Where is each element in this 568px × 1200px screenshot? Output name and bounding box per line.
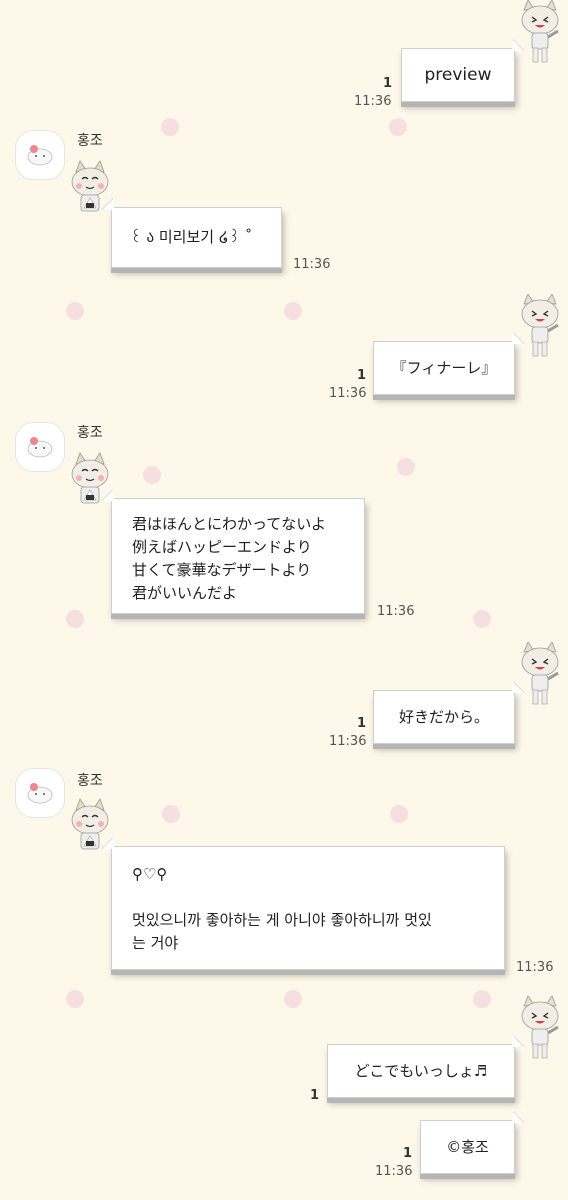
sender-name: 홍조 [77,773,103,789]
toro-cat-sticker-icon [521,0,559,63]
message-time: 11:36 [293,257,331,272]
background-dot [284,990,302,1008]
background-dot [473,990,491,1008]
message-time: 11:36 [375,1164,413,1179]
background-dot [389,118,407,136]
avatar[interactable] [15,768,65,818]
read-count: 1 [310,1088,320,1103]
read-count: 1 [357,368,367,383]
message-time: 11:36 [354,94,392,109]
read-count: 1 [357,716,367,731]
sent-message-bubble[interactable]: ©홍조 [420,1120,515,1174]
background-dot [397,458,415,476]
background-dot [284,302,302,320]
message-time: 11:36 [516,960,554,975]
received-message-bubble[interactable]: 君はほんとにわかってないよ 例えばハッピーエンドより 甘くて豪華なデザートより … [111,498,365,614]
avatar[interactable] [15,422,65,472]
message-time: 11:36 [329,734,367,749]
toro-cat-sticker-icon [521,294,559,357]
background-dot [66,302,84,320]
background-dot [162,805,180,823]
received-message-bubble[interactable]: ⚲♡⚲ 멋있으니까 좋아하는 게 아니야 좋아하니까 멋있 는 거야 [111,846,505,970]
toro-cat-sticker-icon [521,996,559,1059]
background-dot [143,466,161,484]
background-dot [66,990,84,1008]
hello-kitty-avatar-icon [27,783,53,804]
background-dot [161,118,179,136]
read-count: 1 [403,1146,413,1161]
avatar[interactable] [15,130,65,180]
sent-message-bubble[interactable]: どこでもいっしょ♬ [327,1044,515,1098]
sender-name: 홍조 [77,425,103,441]
message-time: 11:36 [377,604,415,619]
hello-kitty-avatar-icon [27,145,53,166]
received-message-bubble[interactable]: ꒰ ა 미리보기 ໒꒱ ˚ [111,207,282,268]
sender-name: 홍조 [77,133,103,149]
sent-message-bubble[interactable]: 『フィナーレ』 [373,341,515,395]
message-time: 11:36 [329,386,367,401]
read-count: 1 [383,76,393,91]
background-dot [390,805,408,823]
sent-message-bubble[interactable]: 好きだから。 [373,690,515,744]
hello-kitty-avatar-icon [27,437,53,458]
background-dot [473,610,491,628]
sent-message-bubble[interactable]: preview [401,48,515,102]
background-dot [66,610,84,628]
toro-cat-sticker-icon [521,642,559,705]
